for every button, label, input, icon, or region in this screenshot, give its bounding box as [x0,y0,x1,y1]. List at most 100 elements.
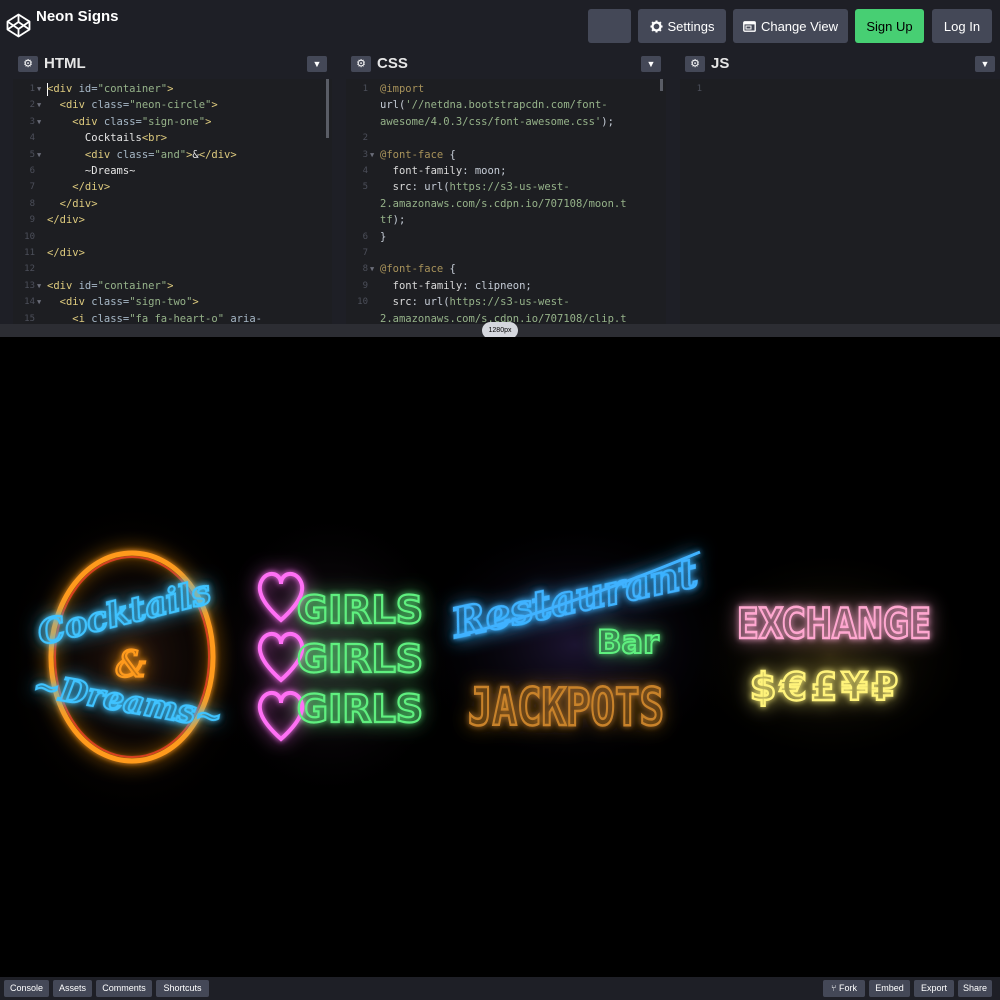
fold-arrow-icon[interactable]: ▼ [37,278,41,294]
html-code-area[interactable]: 1 ▼ <div id="container"> 2 ▼ <div class="neo… [13,79,332,324]
css-scrollbar[interactable] [660,79,663,91]
console-button[interactable]: Console [4,980,49,997]
fork-icon: ⑂ [831,983,837,993]
line-number: 9 [362,280,368,291]
code-text: </div> [47,179,110,195]
export-button[interactable]: Export [914,980,954,997]
fold-arrow-icon[interactable]: ▼ [37,114,41,130]
code-text: font-family: clipneon; [380,278,532,294]
code-token: '//netdna.bootstrapcdn.com/font- [405,99,608,112]
code-token: "container" [97,83,168,95]
code-token: class= [91,312,130,324]
fold-arrow-icon[interactable]: ▼ [37,294,41,310]
neon-signs-canvas: Cocktails & ~Dreams~ GIRLS GIRLS GIRLS R… [0,490,980,830]
code-token: src [380,296,412,309]
code-token: { [443,263,456,276]
settings-button[interactable]: Settings [638,9,726,43]
code-token: <i [47,312,92,324]
css-collapse-chevron-down-icon[interactable]: ▼ [641,56,661,72]
code-token: <br> [141,132,168,145]
blank-button[interactable] [588,9,631,43]
code-text: <div class="sign-one"> [47,114,211,130]
js-pane-header: ⚙ JS ▼ [680,50,1000,79]
js-collapse-chevron-down-icon[interactable]: ▼ [975,56,995,72]
code-text: src: url(https://s3-us-west- [380,179,570,195]
bar-text: Bar [597,623,659,661]
gear-icon [649,19,663,33]
code-token: <div [47,83,79,95]
line-number: 7 [362,248,368,258]
change-view-label: Change View [760,18,839,34]
line-number: 5 [29,149,35,160]
html-pane-header: ⚙ HTML ▼ [13,50,332,79]
jackpots-text: JACKPOTS [468,678,664,738]
layout-icon [743,20,756,32]
line-number: 1 [29,84,35,94]
html-editor-pane[interactable]: ⚙ HTML ▼ 1 ▼ <div id="container"> 2 ▼ <div c… [13,50,332,324]
js-settings-gear-icon[interactable]: ⚙ [685,56,705,72]
css-settings-gear-icon[interactable]: ⚙ [351,56,371,72]
fold-arrow-icon[interactable]: ▼ [37,97,41,113]
shortcuts-button[interactable]: Shortcuts [156,980,209,997]
js-editor-pane[interactable]: ⚙ JS ▼ 1 [680,50,1000,324]
code-token: > [205,115,212,128]
html-pane-title: HTML [44,55,86,72]
css-pane-header: ⚙ CSS ▼ [346,50,666,79]
code-token: : url( [411,296,450,309]
code-token: </div> [47,214,85,227]
fold-arrow-icon[interactable]: ▼ [370,261,374,277]
code-token: </div> [198,148,237,161]
code-token: class= [103,115,142,128]
code-token: id= [78,279,98,292]
code-token: src [380,181,412,194]
code-token: https://s3-us-west- [449,296,570,309]
share-button[interactable]: Share [958,980,992,997]
code-token: "sign-one" [141,115,206,128]
line-number: 1 [696,84,702,94]
code-token: font-family [380,279,463,292]
change-view-button[interactable]: Change View [733,9,848,43]
css-code-area[interactable]: 1 @import url('//netdna.bootstrapcdn.com/f… [346,79,666,324]
code-token: > [192,296,199,309]
line-number: 6 [29,166,35,176]
code-text: <div class="neon-circle"> [47,97,218,113]
line-number: 3 [29,116,35,127]
fold-arrow-icon[interactable]: ▼ [37,147,41,163]
assets-button[interactable]: Assets [53,980,92,997]
code-token: { [443,148,456,161]
fold-arrow-icon[interactable]: ▼ [370,147,374,163]
comments-button[interactable]: Comments [96,980,152,997]
code-token: "sign-two" [129,296,193,309]
line-number: 10 [357,297,368,308]
line-number: 8 [29,198,35,209]
code-text: </div> [47,212,85,228]
code-text: font-family: moon; [380,163,507,179]
code-text: </div> [47,196,98,212]
code-token: ); [601,115,614,128]
html-scrollbar[interactable] [326,79,329,138]
bottom-toolbar: Console Assets Comments Shortcuts ⑂ Fork… [0,977,1000,1000]
editor-area: ⚙ HTML ▼ 1 ▼ <div id="container"> 2 ▼ <div c… [0,50,1000,324]
js-code-area[interactable]: 1 [680,79,1000,324]
html-settings-gear-icon[interactable]: ⚙ [18,56,38,72]
code-token: > [167,83,174,95]
code-text: <div id="container"> [47,278,173,294]
code-text: <i class="fa fa-heart-o" aria- [47,311,262,324]
sign-up-button[interactable]: Sign Up [855,9,924,43]
code-token: aria- [224,312,262,324]
code-text: } [380,229,386,245]
code-token: > [211,99,218,112]
css-editor-pane[interactable]: ⚙ CSS ▼ 1 @import url('//netdna.bootstrapc… [346,50,666,324]
code-text: <div class="and">&</div> [47,147,237,163]
codepen-logo-icon[interactable] [6,13,31,38]
log-in-button[interactable]: Log In [932,9,992,43]
fold-arrow-icon[interactable]: ▼ [37,81,41,97]
html-collapse-chevron-down-icon[interactable]: ▼ [307,56,327,72]
code-token: </div> [47,247,85,259]
fork-button[interactable]: ⑂ Fork [823,980,865,997]
code-token: : url( [411,181,450,194]
embed-button[interactable]: Embed [869,980,910,997]
code-token: <div [47,279,79,292]
line-number: 1 [362,84,368,94]
code-token: class= [91,99,130,112]
